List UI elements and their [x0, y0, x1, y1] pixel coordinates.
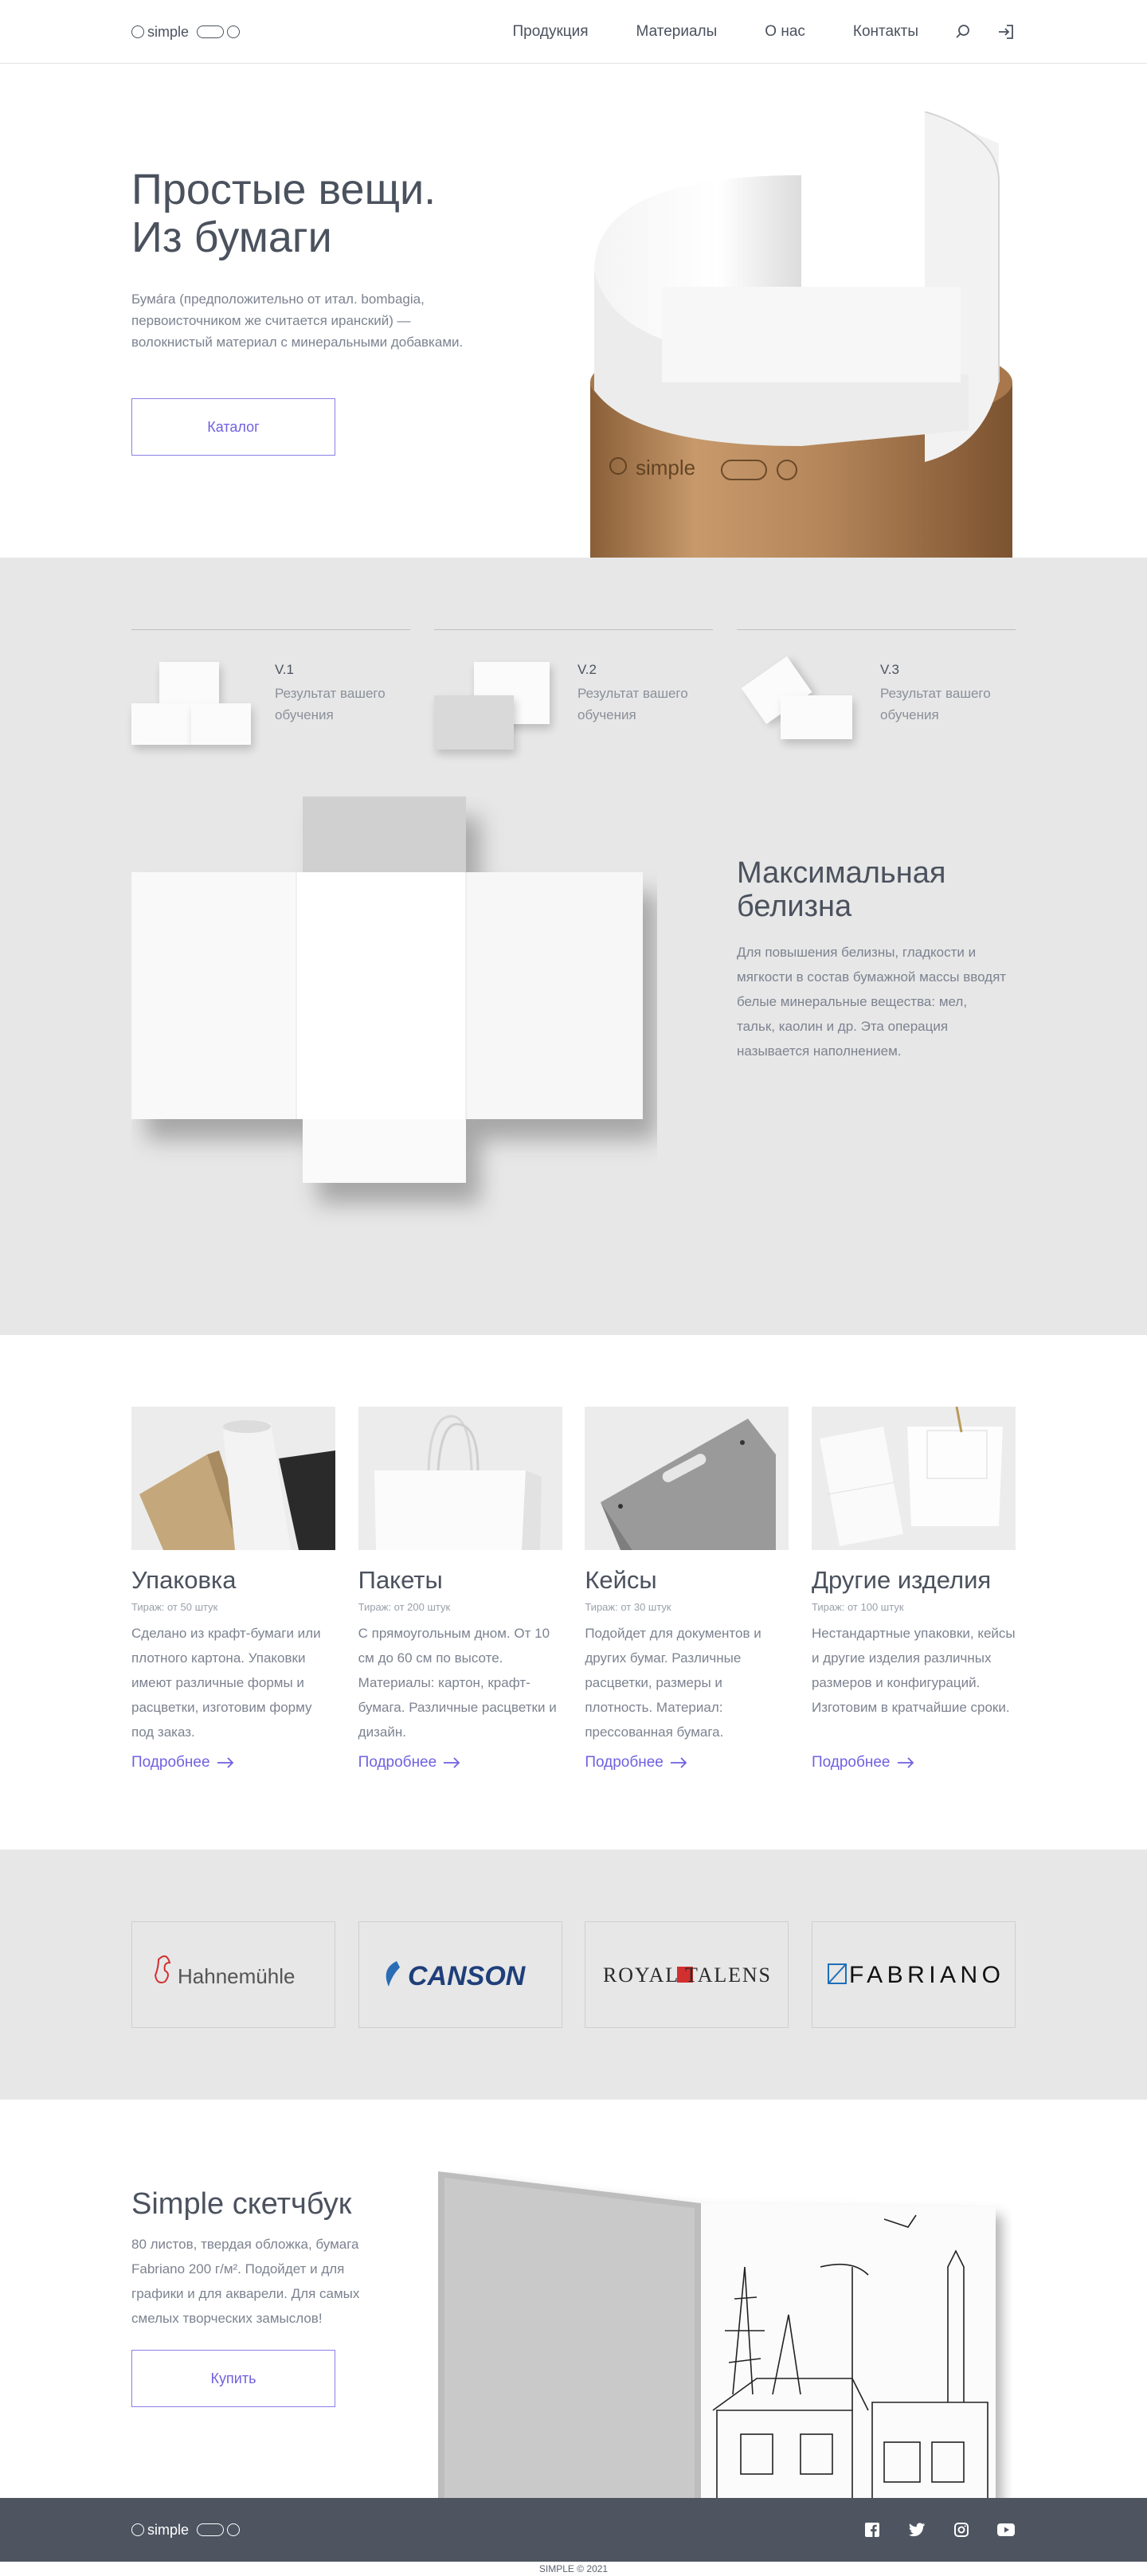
logo-text: simple [147, 23, 190, 40]
nav-item-about[interactable]: О нас [765, 23, 805, 41]
product-card: Кейсы Тираж: от 30 штук Подойдет для док… [585, 1407, 789, 1771]
versions-section: V.1 Результат вашего обучения V.2 Резуль… [0, 558, 1147, 1335]
catalog-button[interactable]: Каталог [131, 398, 335, 456]
product-image-bags [358, 1407, 562, 1550]
version-card[interactable]: V.2 Результат вашего обучения [434, 629, 713, 750]
product-run: Тираж: от 50 штук [131, 1601, 218, 1613]
version-card[interactable]: V.1 Результат вашего обучения [131, 629, 410, 750]
version-image [737, 646, 864, 750]
version-image [434, 646, 562, 750]
logo-pill-icon [197, 2523, 225, 2536]
brand-label: Hahnemühle [178, 1964, 295, 1988]
version-text: Результат вашего обучения [880, 686, 991, 722]
product-text: С прямоугольным дном. От 10 см до 60 см … [358, 1626, 557, 1740]
version-text: Результат вашего обучения [275, 686, 386, 722]
more-link-label: Подробнее [358, 1754, 437, 1771]
brand-label: FABRIANO [849, 1962, 1000, 1988]
product-image-packaging [131, 1407, 335, 1550]
product-text: Нестандартные упаковки, кейсы и другие и… [811, 1626, 1016, 1715]
copyright: SIMPLE © 2021 [0, 2562, 1147, 2576]
version-image [131, 646, 259, 750]
brands-section: Hahnemühle CANSON ROYAL TALENS FABRIANO [0, 1850, 1147, 2100]
youtube-icon[interactable] [996, 2520, 1016, 2539]
login-icon[interactable] [996, 22, 1016, 41]
brand-label: CANSON [408, 1961, 527, 1991]
product-run: Тираж: от 200 штук [358, 1601, 451, 1613]
arrow-right-icon [670, 1757, 687, 1768]
search-icon[interactable] [953, 22, 973, 41]
product-image-cases [585, 1407, 789, 1550]
site-footer: simple [0, 2498, 1147, 2562]
product-card: Другие изделия Тираж: от 100 штук Нестан… [811, 1407, 1016, 1771]
logo[interactable]: simple [131, 23, 241, 41]
product-more-link[interactable]: Подробнее [812, 1754, 914, 1771]
logo-circle-icon [227, 25, 241, 38]
version-title: V.2 [577, 662, 597, 677]
more-link-label: Подробнее [585, 1754, 664, 1771]
logo-circle-icon [131, 25, 144, 38]
version-title: V.1 [275, 662, 294, 677]
sketchbook-section: Simple скетчбук 80 листов, твердая облож… [0, 2100, 1147, 2498]
logo-pill-icon [197, 25, 225, 38]
hero-description: Бумáга (предположительно от итал. bombag… [131, 292, 464, 350]
version-text: Результат вашего обучения [577, 686, 688, 722]
product-name: Пакеты [358, 1566, 443, 1594]
version-title: V.3 [880, 662, 899, 677]
product-run: Тираж: от 30 штук [585, 1601, 671, 1613]
hero-section: Простые вещи. Из бумаги Бумáга (предполо… [0, 64, 1147, 558]
product-image-other [811, 1407, 1016, 1550]
arrow-right-icon [217, 1757, 233, 1768]
paper-tube-image: simple [590, 112, 1012, 558]
hero-title: Простые вещи. Из бумаги [131, 166, 436, 261]
product-card: Упаковка Тираж: от 50 штук Сделано из кр… [131, 1407, 335, 1771]
product-name: Кейсы [585, 1566, 657, 1594]
logo-circle-icon [131, 2523, 144, 2536]
product-more-link[interactable]: Подробнее [585, 1754, 687, 1771]
twitter-icon[interactable] [907, 2520, 926, 2539]
instagram-icon[interactable] [952, 2520, 971, 2539]
sketchbook-title: Simple скетчбук [131, 2187, 352, 2221]
product-name: Упаковка [131, 1566, 237, 1594]
main-nav: Продукция Материалы О нас Контакты [464, 22, 1016, 41]
more-link-label: Подробнее [131, 1754, 210, 1771]
brand-royal-talens[interactable]: ROYAL TALENS [585, 1921, 789, 2028]
whiteness-text: Для повышения белизны, гладкости и мягко… [737, 945, 1007, 1059]
product-more-link[interactable]: Подробнее [358, 1754, 461, 1771]
canson-swoosh-icon [386, 1961, 400, 1987]
footer-logo-text: simple [147, 2521, 190, 2538]
product-run: Тираж: от 100 штук [811, 1601, 904, 1613]
more-link-label: Подробнее [811, 1754, 891, 1771]
social-links [863, 2520, 1016, 2539]
whiteness-title: Максимальная белизна [737, 856, 946, 923]
facebook-icon[interactable] [863, 2520, 882, 2539]
unfolded-box-image [131, 797, 643, 1183]
site-header: simple Продукция Материалы О нас Контакт… [0, 0, 1147, 64]
product-text: Сделано из крафт-бумаги или плотного кар… [131, 1626, 321, 1740]
nav-item-contacts[interactable]: Контакты [853, 23, 918, 41]
arrow-right-icon [444, 1757, 460, 1768]
product-name: Другие изделия [811, 1566, 992, 1594]
buy-button[interactable]: Купить [131, 2350, 335, 2407]
brand-fabriano[interactable]: FABRIANO [811, 1921, 1016, 2028]
product-card: Пакеты Тираж: от 200 штук С прямоугольны… [358, 1407, 562, 1771]
version-card[interactable]: V.3 Результат вашего обучения [737, 629, 1016, 750]
product-more-link[interactable]: Подробнее [131, 1754, 234, 1771]
sketchbook-image [438, 2171, 996, 2498]
nav-item-materials[interactable]: Материалы [636, 23, 718, 41]
arrow-right-icon [897, 1757, 914, 1768]
tube-logo-text: simple [636, 456, 695, 480]
brand-hahnemuhle[interactable]: Hahnemühle [131, 1921, 335, 2028]
product-text: Подойдет для документов и других бумаг. … [585, 1626, 761, 1740]
products-section: Упаковка Тираж: от 50 штук Сделано из кр… [0, 1335, 1147, 1850]
nav-item-products[interactable]: Продукция [512, 23, 588, 41]
rooster-icon [154, 1955, 171, 1983]
sketchbook-text: 80 листов, твердая обложка, бумага Fabri… [131, 2237, 360, 2326]
footer-logo[interactable]: simple [131, 2521, 241, 2539]
logo-circle-icon [227, 2523, 241, 2536]
brand-label: ROYAL TALENS [603, 1963, 770, 1987]
brand-canson[interactable]: CANSON [358, 1921, 562, 2028]
